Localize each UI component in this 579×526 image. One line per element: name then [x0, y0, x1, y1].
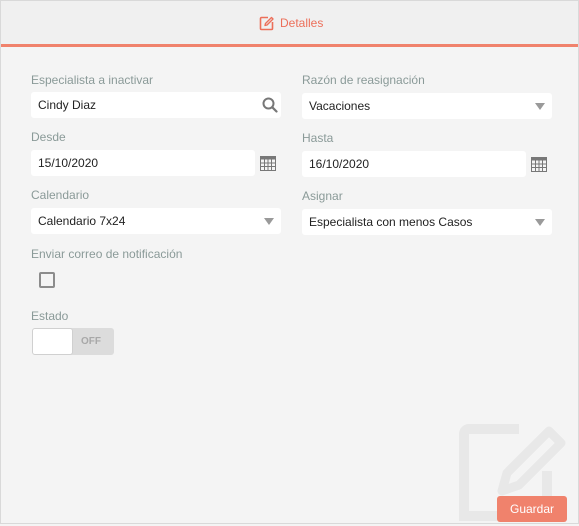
toggle-state: OFF: [81, 336, 101, 347]
chevron-down-icon: [264, 218, 274, 225]
asignar-select[interactable]: Especialista con menos Casos: [302, 209, 552, 235]
hasta-value: 16/10/2020: [309, 157, 370, 171]
desde-label: Desde: [31, 130, 66, 144]
calendario-label: Calendario: [31, 188, 90, 202]
chevron-down-icon: [535, 219, 545, 226]
estado-toggle[interactable]: OFF: [32, 328, 114, 355]
estado-label: Estado: [31, 309, 69, 323]
save-button[interactable]: Guardar: [497, 496, 567, 522]
tab-label: Detalles: [280, 16, 324, 30]
razon-label: Razón de reasignación: [302, 73, 425, 87]
tab-bar: Detalles: [1, 1, 578, 47]
asignar-value: Especialista con menos Casos: [309, 215, 473, 229]
details-panel: Detalles Especialista a inactivar Cindy …: [0, 0, 579, 524]
chevron-down-icon: [535, 103, 545, 110]
notificacion-checkbox[interactable]: [39, 272, 55, 288]
asignar-label: Asignar: [302, 189, 343, 203]
razon-select[interactable]: Vacaciones: [302, 93, 552, 119]
especialista-label: Especialista a inactivar: [31, 73, 154, 87]
hasta-label: Hasta: [302, 131, 334, 145]
toggle-knob: [32, 328, 73, 355]
edit-icon: [259, 16, 274, 31]
tab-detalles[interactable]: Detalles: [259, 14, 323, 32]
especialista-value: Cindy Diaz: [38, 98, 97, 112]
calendar-icon[interactable]: [531, 157, 547, 177]
notificacion-label: Enviar correo de notificación: [31, 247, 183, 261]
hasta-date-input[interactable]: 16/10/2020: [302, 151, 526, 177]
especialista-field[interactable]: Cindy Diaz: [31, 92, 281, 118]
desde-date-input[interactable]: 15/10/2020: [31, 150, 255, 176]
calendar-icon[interactable]: [260, 156, 276, 176]
calendario-select[interactable]: Calendario 7x24: [31, 208, 281, 234]
search-icon[interactable]: [262, 97, 278, 118]
razon-value: Vacaciones: [309, 99, 371, 113]
calendario-value: Calendario 7x24: [38, 214, 126, 228]
desde-value: 15/10/2020: [38, 156, 99, 170]
